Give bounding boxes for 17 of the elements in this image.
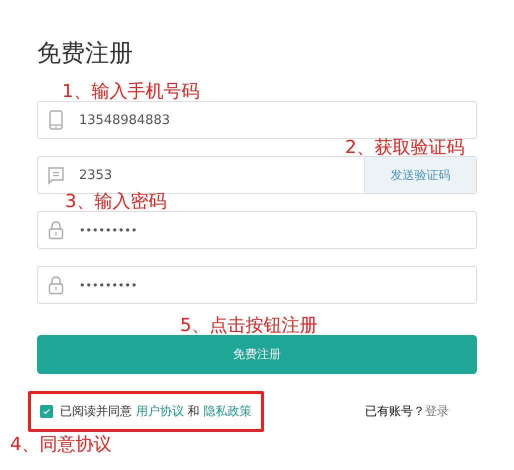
page-title: 免费注册 [37,38,134,69]
phone-icon [47,110,65,130]
checkbox[interactable] [40,405,53,418]
login-link[interactable]: 登录 [425,403,449,420]
annotation-label: 1、输入手机号码 [62,83,200,100]
check-icon [41,406,52,417]
annotation-label: 5、点击按钮注册 [180,317,318,334]
text-input[interactable]: 2353 [77,157,364,193]
lock-icon [47,220,65,240]
account-prompt: 已有账号？ [365,403,425,420]
agreement-text: 已阅读并同意 用户协议 和 隐私政策 [60,403,252,420]
annotation-label: 3、输入密码 [65,193,166,210]
annotation-label: 2、获取验证码 [345,139,464,156]
message-icon [47,165,65,185]
privacy-policy-link[interactable]: 隐私政策 [203,404,252,418]
annotation-label: 4、同意协议 [10,436,112,453]
lock-icon [47,275,65,295]
